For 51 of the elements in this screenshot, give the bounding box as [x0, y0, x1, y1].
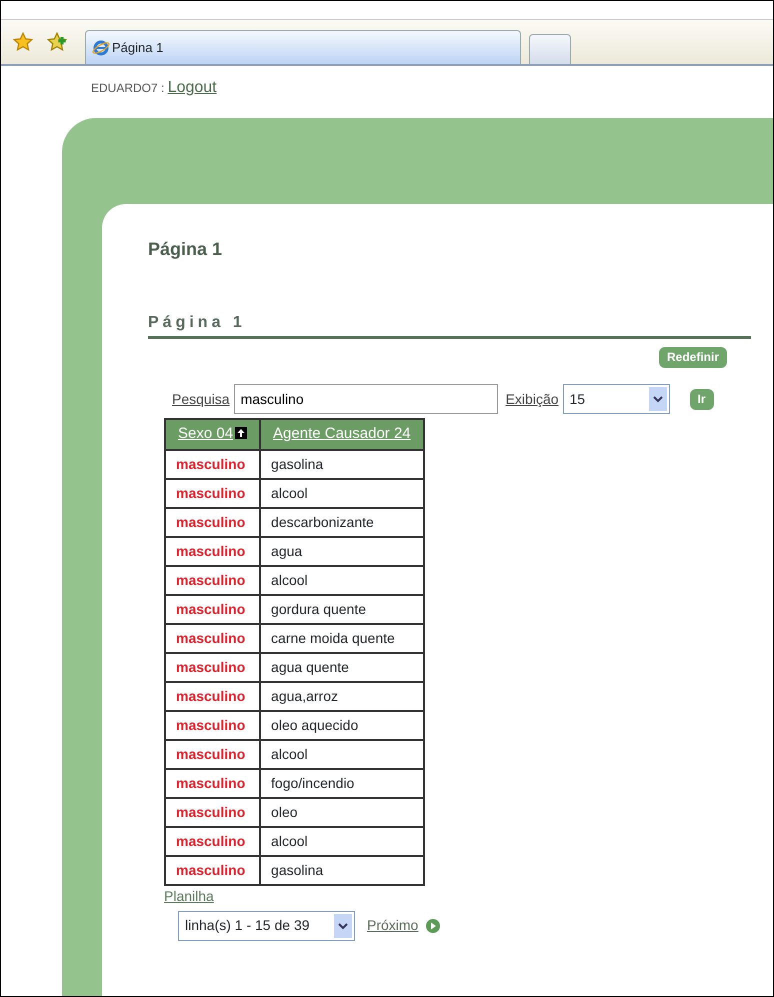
new-tab-button[interactable]: [529, 34, 571, 64]
table-cell: masculino: [165, 798, 260, 826]
column-header-link[interactable]: Agente Causador 24: [273, 425, 411, 442]
table-cell: descarbonizante: [260, 508, 424, 536]
table-cell: gasolina: [260, 856, 424, 884]
browser-logo-icon: [92, 38, 110, 56]
add-favorite-icon[interactable]: [47, 32, 67, 52]
range-select[interactable]: linha(s) 1 - 15 de 39: [178, 910, 355, 940]
table-cell: masculino: [165, 710, 260, 740]
table-cell: agua quente: [260, 652, 424, 682]
table-cell: masculino: [165, 508, 260, 536]
next-link[interactable]: Próximo: [367, 915, 418, 936]
table-cell: masculino: [165, 566, 260, 594]
table-cell: carne moida quente: [260, 624, 424, 652]
table-cell: alcool: [260, 566, 424, 594]
search-field[interactable]: masculino: [234, 384, 498, 414]
table-cell: masculino: [165, 624, 260, 652]
rows-select[interactable]: 15: [562, 384, 670, 414]
browser-tab[interactable]: Página 1: [85, 30, 521, 64]
table-cell: alcool: [260, 826, 424, 856]
region-title: Página 1: [148, 311, 751, 339]
table-cell: fogo/incendio: [260, 768, 424, 798]
table-cell: alcool: [260, 478, 424, 508]
username-label: EDUARDO7 :: [91, 81, 166, 95]
dropdown-icon: [652, 395, 663, 403]
favorites-star-icon[interactable]: [13, 32, 33, 52]
table-cell: masculino: [165, 594, 260, 624]
table-cell: gasolina: [260, 450, 424, 478]
table-cell: agua,arroz: [260, 682, 424, 710]
table-cell: masculino: [165, 740, 260, 768]
dropdown-icon: [338, 922, 348, 930]
table-cell: agua: [260, 536, 424, 566]
table-cell: masculino: [165, 652, 260, 682]
table-cell: masculino: [165, 536, 260, 566]
table-cell: masculino: [165, 682, 260, 710]
table-cell: gordura quente: [260, 594, 424, 624]
table-cell: alcool: [260, 740, 424, 768]
table-cell: masculino: [165, 450, 260, 478]
table-cell: masculino: [165, 478, 260, 508]
table-cell: oleo aquecido: [260, 710, 424, 740]
column-header-link[interactable]: Sexo 04: [178, 425, 234, 442]
table-cell: oleo: [260, 798, 424, 826]
logout-link[interactable]: Logout: [168, 79, 217, 96]
search-link[interactable]: Pesquisa: [172, 388, 230, 410]
table-cell: masculino: [165, 768, 260, 798]
page-title: Página 1: [148, 238, 224, 261]
sort-ascending-icon[interactable]: [235, 427, 248, 439]
display-link[interactable]: Exibição: [506, 388, 559, 410]
table-cell: masculino: [165, 826, 260, 856]
table-cell: masculino: [165, 856, 260, 884]
spreadsheet-link[interactable]: Planilha: [148, 886, 214, 906]
